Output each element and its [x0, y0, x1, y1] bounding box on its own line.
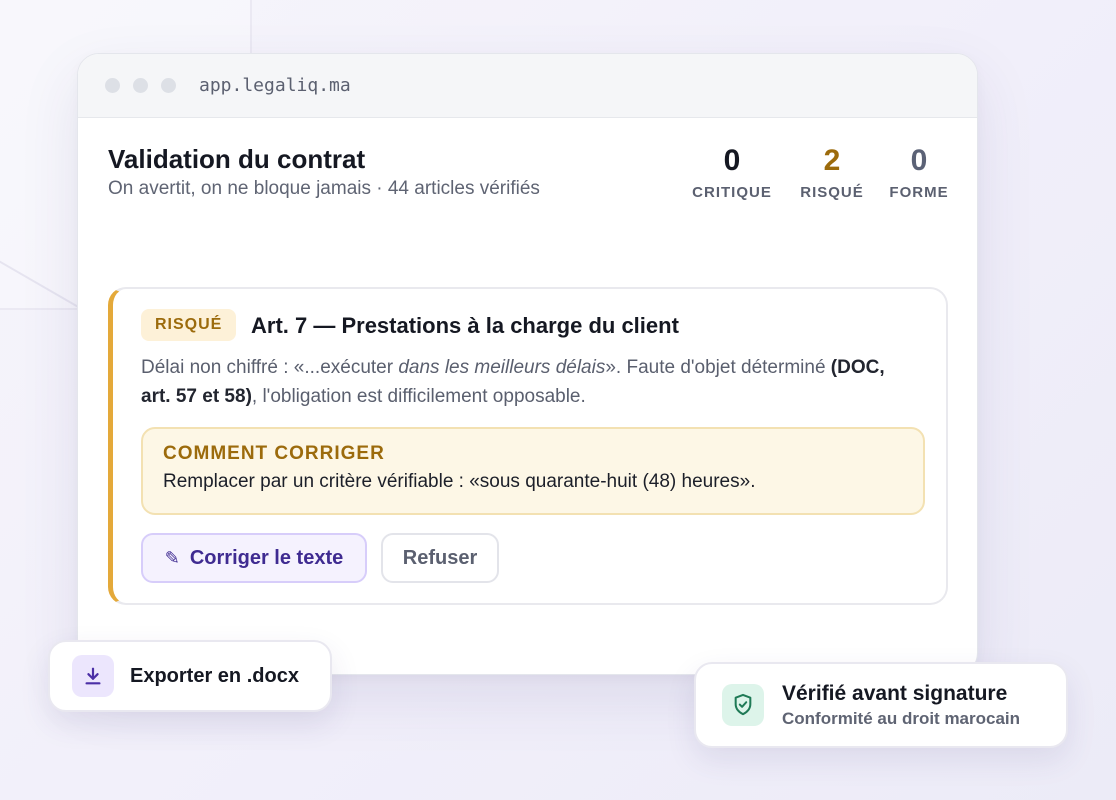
refuse-button-label: Refuser	[402, 546, 478, 569]
verified-subtitle: Conformité au droit marocain	[782, 708, 1021, 728]
stat-risque-value: 2	[823, 144, 841, 177]
risk-badge: RISQUÉ	[141, 309, 237, 341]
export-docx-button[interactable]: Exporter en .docx	[48, 640, 332, 712]
window-dot-minimize[interactable]	[133, 78, 148, 93]
issue-title: Art. 7 — Prestations à la charge du clie…	[251, 313, 679, 338]
stat-forme: 0 FORME	[887, 144, 951, 202]
fix-text-button[interactable]: ✎ Corriger le texte	[141, 533, 367, 583]
page-subtitle: On avertit, on ne bloque jamais · 44 art…	[108, 178, 540, 199]
stat-forme-label: FORME	[889, 184, 949, 201]
export-label: Exporter en .docx	[130, 664, 299, 687]
page-title: Validation du contrat	[108, 144, 366, 174]
fix-text-button-label: Corriger le texte	[189, 546, 344, 569]
stat-critique: 0 CRITIQUE	[690, 144, 774, 202]
verified-text: Vérifié avant signature Conformité au dr…	[782, 682, 1020, 729]
stat-risque-label: RISQUÉ	[800, 184, 864, 201]
window-dot-maximize[interactable]	[161, 78, 176, 93]
pencil-icon: ✎	[164, 547, 180, 568]
browser-titlebar: app.legaliq.ma	[78, 54, 977, 118]
issue-desc-quote: dans les meilleurs délais	[398, 357, 606, 378]
issue-desc-text-2: ». Faute d'objet déterminé	[605, 357, 831, 378]
issue-desc-text-1: Délai non chiffré : «...exécuter	[141, 357, 399, 378]
fix-heading: COMMENT CORRIGER	[163, 443, 385, 464]
verified-badge: Vérifié avant signature Conformité au dr…	[694, 662, 1068, 748]
verified-title: Vérifié avant signature	[782, 681, 1008, 705]
issue-desc-text-3: , l'obligation est difficilement opposab…	[251, 386, 586, 407]
issue-description: Délai non chiffré : «...exécuter dans le…	[141, 353, 911, 411]
stat-forme-value: 0	[910, 144, 928, 177]
stat-risque: 2 RISQUÉ	[797, 144, 867, 202]
download-icon	[72, 655, 114, 697]
refuse-button[interactable]: Refuser	[381, 533, 499, 583]
fix-suggestion-box: COMMENT CORRIGER Remplacer par un critèr…	[141, 427, 925, 515]
shield-check-icon	[722, 684, 764, 726]
address-url[interactable]: app.legaliq.ma	[199, 75, 351, 96]
fix-text: Remplacer par un critère vérifiable : «s…	[163, 471, 756, 492]
stat-critique-label: CRITIQUE	[692, 184, 772, 201]
browser-window: app.legaliq.ma Validation du contrat On …	[77, 53, 978, 675]
stat-critique-value: 0	[723, 144, 741, 177]
window-dot-close[interactable]	[105, 78, 120, 93]
issue-card: RISQUÉ Art. 7 — Prestations à la charge …	[108, 287, 948, 605]
